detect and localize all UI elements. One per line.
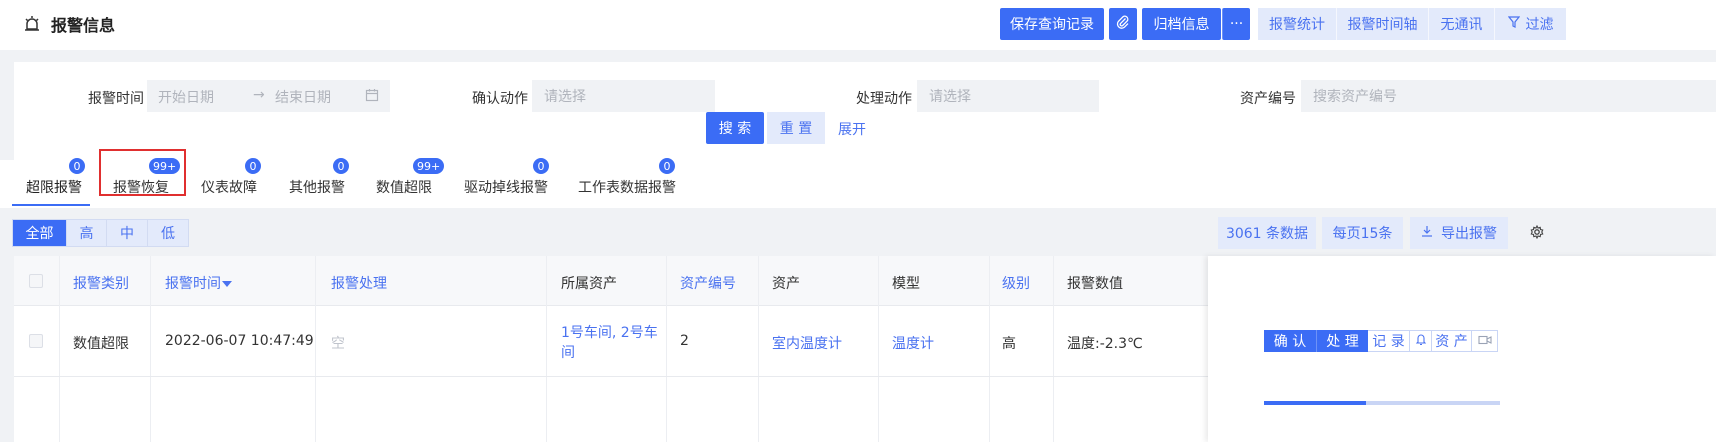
cell-asset-no: 2 xyxy=(680,333,689,349)
cell-asset-group-line2[interactable]: 间 xyxy=(561,342,575,362)
more-button[interactable]: ··· xyxy=(1222,8,1250,40)
filter-icon xyxy=(1507,16,1520,32)
header-handling[interactable]: 报警处理 xyxy=(331,273,387,293)
tab-badge: 99+ xyxy=(412,157,446,175)
alarm-stats-button[interactable]: 报警统计 xyxy=(1258,8,1336,40)
reset-button[interactable]: 重 置 xyxy=(767,112,825,144)
cell-model[interactable]: 温度计 xyxy=(892,333,934,353)
record-button[interactable]: 记 录 xyxy=(1368,330,1410,352)
tab-over-limit[interactable]: 超限报警 xyxy=(26,177,82,197)
search-panel: 报警时间 开始日期 → 结束日期 确认动作 请选择 处理动作 请选择 资产编号 … xyxy=(14,62,1716,160)
calendar-icon xyxy=(365,88,379,106)
header-asset: 资产 xyxy=(772,276,800,292)
tab-badge: 0 xyxy=(332,157,350,175)
start-date-input[interactable]: 开始日期 xyxy=(158,87,214,107)
header-model: 模型 xyxy=(892,276,920,292)
page-size-select[interactable]: 每页15条 xyxy=(1322,217,1403,249)
next-row-actions-partial-light xyxy=(1366,401,1500,405)
level-low-button[interactable]: 低 xyxy=(148,220,188,246)
cell-value: 温度:-2.3℃ xyxy=(1067,336,1143,352)
select-all-checkbox[interactable] xyxy=(29,274,43,288)
confirm-action-select[interactable]: 请选择 xyxy=(532,80,715,112)
save-query-button[interactable]: 保存查询记录 xyxy=(1000,8,1104,40)
page-header: 报警信息 保存查询记录 归档信息 ··· 报警统计 报警时间轴 无通讯 过滤 xyxy=(0,0,1716,50)
tab-value-over-limit[interactable]: 数值超限 xyxy=(376,177,432,197)
asset-no-input[interactable]: 搜索资产编号 xyxy=(1301,80,1716,112)
level-filter: 全部 高 中 低 xyxy=(12,219,189,247)
cell-category: 数值超限 xyxy=(73,336,129,352)
filter-toolbar: 全部 高 中 低 3061 条数据 每页15条 导出报警 xyxy=(0,208,1716,254)
tab-badge: 0 xyxy=(532,157,550,175)
actions-column: 确 认 处 理 记 录 资 产 xyxy=(1208,256,1716,442)
cell-asset[interactable]: 室内温度计 xyxy=(772,333,842,353)
cell-time: 2022-06-07 10:47:49 xyxy=(165,333,314,349)
paperclip-icon xyxy=(1116,15,1130,33)
tab-badge: 0 xyxy=(244,157,262,175)
level-high-button[interactable]: 高 xyxy=(67,220,107,246)
tab-instrument-fault[interactable]: 仪表故障 xyxy=(201,177,257,197)
header-asset-no[interactable]: 资产编号 xyxy=(680,273,736,293)
tab-badge: 0 xyxy=(658,157,676,175)
level-medium-button[interactable]: 中 xyxy=(107,220,148,246)
row-actions: 确 认 处 理 记 录 资 产 xyxy=(1264,330,1498,352)
filter-button[interactable]: 过滤 xyxy=(1494,8,1566,40)
camera-icon xyxy=(1477,333,1492,349)
header-value: 报警数值 xyxy=(1067,276,1123,292)
confirm-action-label: 确认动作 xyxy=(472,91,528,107)
data-count: 3061 条数据 xyxy=(1218,217,1316,249)
highlight-annotation xyxy=(99,149,186,196)
bell-icon xyxy=(1415,333,1426,349)
download-icon xyxy=(1421,225,1433,241)
active-tab-indicator xyxy=(12,204,90,206)
row-checkbox[interactable] xyxy=(29,334,43,348)
archive-button[interactable]: 归档信息 xyxy=(1142,8,1221,40)
alarm-tabs: 超限报警 0 报警恢复 99+ 仪表故障 0 其他报警 0 数值超限 99+ 驱… xyxy=(0,157,1716,208)
end-date-input[interactable]: 结束日期 xyxy=(275,87,331,107)
expand-link[interactable]: 展开 xyxy=(838,119,866,139)
handle-action-select[interactable]: 请选择 xyxy=(917,80,1099,112)
export-label: 导出报警 xyxy=(1441,226,1497,242)
filter-label: 过滤 xyxy=(1525,17,1554,33)
asset-button[interactable]: 资 产 xyxy=(1432,330,1472,352)
cell-handling: 空 xyxy=(331,336,345,352)
tab-other-alarm[interactable]: 其他报警 xyxy=(289,177,345,197)
asset-no-label: 资产编号 xyxy=(1240,91,1296,107)
tab-driver-offline[interactable]: 驱动掉线报警 xyxy=(464,177,548,197)
export-button[interactable]: 导出报警 xyxy=(1410,217,1508,249)
header-asset-group: 所属资产 xyxy=(561,276,617,292)
header-level[interactable]: 级别 xyxy=(1002,273,1030,293)
tab-worksheet-alarm[interactable]: 工作表数据报警 xyxy=(578,177,676,197)
tab-badge: 0 xyxy=(68,157,86,175)
cell-level: 高 xyxy=(1002,336,1016,352)
settings-icon[interactable] xyxy=(1530,224,1544,243)
alarm-time-label: 报警时间 xyxy=(88,91,144,107)
notify-button[interactable] xyxy=(1410,330,1432,352)
alarm-timeline-button[interactable]: 报警时间轴 xyxy=(1336,8,1428,40)
video-button[interactable] xyxy=(1472,330,1498,352)
header-time[interactable]: 报警时间 xyxy=(165,273,221,293)
date-range-picker[interactable]: 开始日期 → 结束日期 xyxy=(147,80,390,112)
alarm-icon xyxy=(23,15,41,33)
header-category[interactable]: 报警类别 xyxy=(73,273,129,293)
level-all-button[interactable]: 全部 xyxy=(13,220,67,246)
search-button[interactable]: 搜 索 xyxy=(706,112,764,144)
page-title: 报警信息 xyxy=(51,16,116,35)
sort-desc-icon[interactable] xyxy=(222,277,232,293)
attachment-button[interactable] xyxy=(1109,8,1137,40)
title-wrap: 报警信息 xyxy=(23,12,115,36)
cell-asset-group-line1[interactable]: 1号车间, 2号车 xyxy=(561,322,658,342)
no-comm-button[interactable]: 无通讯 xyxy=(1428,8,1494,40)
confirm-button[interactable]: 确 认 xyxy=(1264,330,1316,352)
handle-button[interactable]: 处 理 xyxy=(1316,330,1368,352)
range-arrow: → xyxy=(253,87,265,103)
alarm-table: 报警类别 报警时间 报警处理 所属资产 资产编号 资产 模型 级别 报警数值 数… xyxy=(14,256,1716,442)
handle-action-label: 处理动作 xyxy=(856,91,912,107)
